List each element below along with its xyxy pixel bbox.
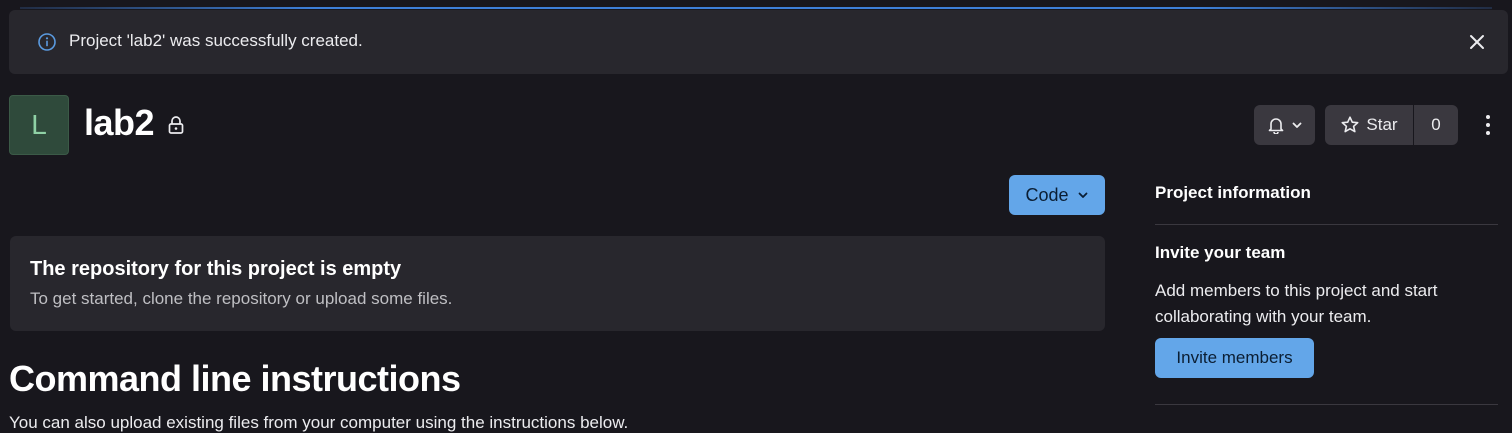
sidebar-divider: [1155, 404, 1498, 405]
avatar-letter: L: [31, 109, 47, 140]
notification-button[interactable]: [1254, 105, 1315, 145]
empty-repo-description: To get started, clone the repository or …: [30, 289, 453, 308]
star-count[interactable]: 0: [1414, 105, 1458, 145]
top-progress-line: [0, 0, 1512, 10]
cli-instructions-subtitle: You can also upload existing files from …: [9, 413, 629, 432]
star-button-group: Star 0: [1325, 105, 1458, 145]
more-actions-icon[interactable]: [1478, 112, 1498, 138]
star-label: Star: [1366, 115, 1398, 134]
invite-members-button[interactable]: Invite members: [1155, 338, 1314, 378]
sidebar-divider: [1155, 224, 1498, 225]
invite-team-description: Add members to this project and start co…: [1155, 281, 1438, 326]
project-information-heading: Project information: [1155, 183, 1311, 202]
success-alert: Project 'lab2' was successfully created.: [9, 10, 1508, 74]
lock-icon: [168, 116, 184, 134]
project-title: lab2: [84, 102, 155, 143]
empty-repo-title: The repository for this project is empty: [30, 258, 402, 280]
alert-message: Project 'lab2' was successfully created.: [69, 31, 363, 50]
info-icon: [38, 33, 56, 51]
empty-repository-notice: The repository for this project is empty…: [10, 236, 1105, 331]
project-avatar[interactable]: L: [9, 95, 69, 155]
code-button-label: Code: [1025, 184, 1069, 205]
code-dropdown-button[interactable]: Code: [1009, 175, 1105, 215]
invite-team-heading: Invite your team: [1155, 243, 1286, 262]
star-icon: [1341, 116, 1359, 133]
close-icon[interactable]: [1466, 31, 1488, 53]
chevron-down-icon: [1292, 122, 1301, 128]
star-button[interactable]: Star: [1325, 105, 1414, 145]
bell-icon: [1268, 118, 1283, 134]
chevron-down-icon: [1078, 192, 1087, 198]
cli-instructions-heading: Command line instructions: [9, 358, 461, 399]
